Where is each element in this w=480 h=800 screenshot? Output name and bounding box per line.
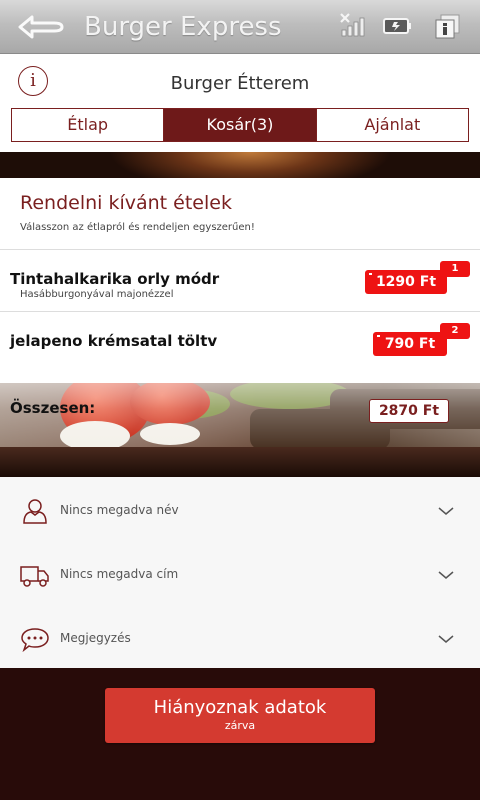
truck-icon: [20, 561, 50, 589]
tab-offers[interactable]: Ajánlat: [315, 109, 468, 141]
item-description: Hasábburgonyával majonézzel: [20, 289, 174, 300]
total-value: 2870 Ft: [369, 399, 449, 423]
restaurant-header: i Burger Étterem Étlap Kosár(3) Ajánlat: [0, 54, 480, 152]
submit-label: Hiányoznak adatok: [153, 697, 327, 718]
item-name: Tintahalkarika orly módr: [10, 270, 220, 288]
note-field[interactable]: Megjegyzés: [0, 605, 480, 669]
submit-status: zárva: [224, 719, 256, 732]
tab-bar: Étlap Kosár(3) Ajánlat: [11, 108, 469, 142]
item-price: 1290 Ft: [365, 270, 447, 294]
chevron-down-icon[interactable]: [436, 631, 456, 645]
chevron-down-icon[interactable]: [436, 567, 456, 581]
info-menu-icon[interactable]: [432, 12, 462, 40]
action-bar: Burger Express: [0, 0, 480, 54]
total-label: Összesen:: [10, 399, 96, 417]
delivery-form: Nincs megadva név Nincs megadva cím Megj…: [0, 477, 480, 668]
bottom-bar: Hiányoznak adatok zárva: [0, 668, 480, 800]
item-name: jelapeno krémsatal töltv: [10, 332, 218, 350]
back-arrow-icon[interactable]: [10, 10, 70, 44]
decorative-strip: [0, 152, 480, 178]
comment-icon: [20, 625, 50, 653]
restaurant-name: Burger Étterem: [170, 73, 310, 94]
cart-item[interactable]: jelapeno krémsatal töltv 790 Ft 2: [0, 311, 480, 373]
address-field[interactable]: Nincs megadva cím: [0, 541, 480, 605]
order-section: Rendelni kívánt ételek Válasszon az étla…: [0, 178, 480, 384]
order-subtitle: Válasszon az étlapról és rendeljen egysz…: [20, 222, 255, 233]
item-quantity-badge: 2: [440, 323, 470, 339]
chevron-down-icon[interactable]: [436, 503, 456, 517]
order-title: Rendelni kívánt ételek: [20, 192, 232, 214]
tab-menu[interactable]: Étlap: [12, 109, 163, 141]
battery-icon: [382, 12, 412, 40]
signal-off-icon: [338, 12, 368, 40]
address-field-label: Nincs megadva cím: [60, 567, 179, 581]
app-title: Burger Express: [84, 12, 282, 42]
cart-item[interactable]: Tintahalkarika orly módr Hasábburgonyáva…: [0, 249, 480, 311]
decorative-strip: [0, 447, 480, 477]
tab-cart[interactable]: Kosár(3): [163, 109, 316, 141]
name-field[interactable]: Nincs megadva név: [0, 477, 480, 541]
name-field-label: Nincs megadva név: [60, 503, 179, 517]
note-field-label: Megjegyzés: [60, 631, 131, 645]
total-band: Összesen: 2870 Ft: [0, 383, 480, 447]
submit-order-button[interactable]: Hiányoznak adatok zárva: [105, 688, 375, 743]
item-quantity-badge: 1: [440, 261, 470, 277]
user-icon: [20, 497, 50, 525]
item-price: 790 Ft: [373, 332, 447, 356]
